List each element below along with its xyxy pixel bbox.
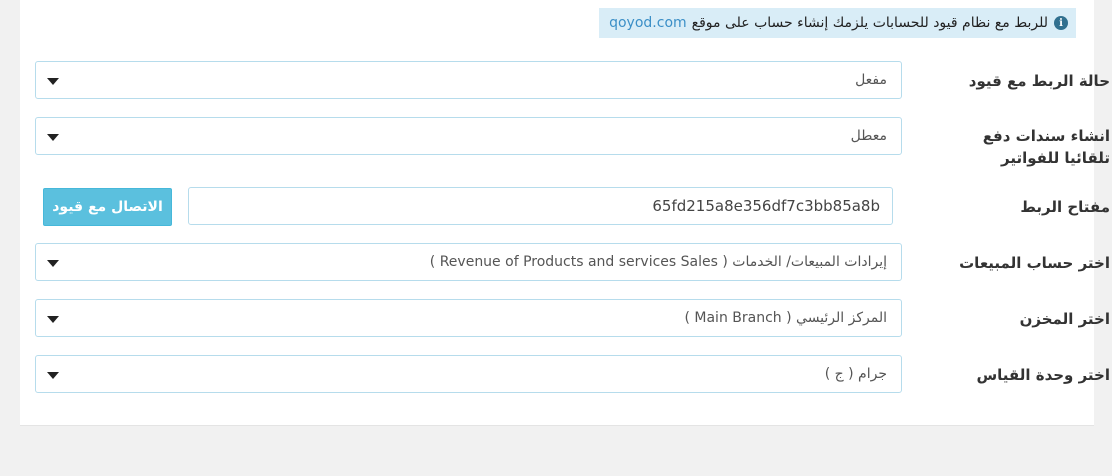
info-icon: i — [1054, 16, 1068, 30]
row-sales-account: اختر حساب المبيعات إيرادات المبيعات/ الخ… — [35, 243, 1110, 283]
chevron-down-icon — [47, 260, 59, 267]
row-warehouse: اختر المخزن المركز الرئيسي ( Main Branch… — [35, 299, 1110, 339]
chevron-down-icon — [47, 372, 59, 379]
warehouse-value: المركز الرئيسي ( Main Branch ) — [684, 310, 887, 326]
connect-qoyod-button[interactable]: الاتصال مع قيود — [43, 188, 172, 226]
link-status-label: حالة الربط مع قيود — [968, 72, 1110, 90]
row-unit: اختر وحدة القياس جرام ( ج ) — [35, 355, 1110, 395]
row-link-status: حالة الربط مع قيود مفعل — [35, 61, 1110, 101]
api-key-input[interactable]: 65fd215a8e356df7c3bb85a8b — [188, 187, 893, 225]
sales-account-label: اختر حساب المبيعات — [959, 254, 1110, 272]
link-status-value: مفعل — [855, 72, 887, 88]
auto-receipts-select[interactable]: معطل — [35, 117, 902, 155]
sales-account-value: إيرادات المبيعات/ الخدمات ( Revenue of P… — [429, 254, 887, 270]
info-alert: i للربط مع نظام قيود للحسابات يلزمك إنشا… — [599, 8, 1076, 38]
row-api-key: مفتاح الربط الاتصال مع قيود 65fd215a8e35… — [43, 187, 1110, 227]
unit-value: جرام ( ج ) — [824, 366, 887, 382]
info-text: للربط مع نظام قيود للحسابات يلزمك إنشاء … — [691, 15, 1048, 31]
qoyod-link[interactable]: qoyod.com — [609, 15, 687, 31]
chevron-down-icon — [47, 78, 59, 85]
unit-select[interactable]: جرام ( ج ) — [35, 355, 902, 393]
unit-label: اختر وحدة القياس — [976, 366, 1110, 384]
sales-account-select[interactable]: إيرادات المبيعات/ الخدمات ( Revenue of P… — [35, 243, 902, 281]
api-key-label: مفتاح الربط — [1020, 198, 1110, 216]
auto-receipts-value: معطل — [850, 128, 887, 144]
link-status-select[interactable]: مفعل — [35, 61, 902, 99]
chevron-down-icon — [47, 134, 59, 141]
auto-receipts-label: انشاء سندات دفع تلقائيا للفواتير — [982, 127, 1110, 167]
row-auto-receipts: انشاء سندات دفع تلقائيا للفواتير معطل — [35, 117, 1110, 169]
chevron-down-icon — [47, 316, 59, 323]
settings-panel: i للربط مع نظام قيود للحسابات يلزمك إنشا… — [20, 0, 1110, 426]
warehouse-select[interactable]: المركز الرئيسي ( Main Branch ) — [35, 299, 902, 337]
warehouse-label: اختر المخزن — [1019, 310, 1110, 328]
